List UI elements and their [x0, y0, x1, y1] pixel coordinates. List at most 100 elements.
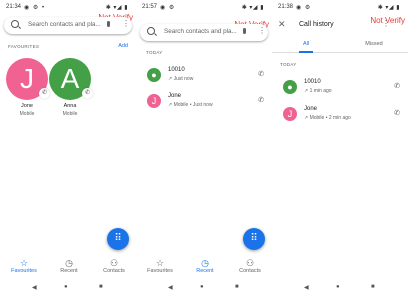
nav-favourites[interactable]: ☆ Favourites: [7, 258, 41, 274]
star-icon: ☆: [19, 258, 29, 268]
bottom-navigation: ☆ Favourites ◷ Recent ⚇ Contacts: [0, 258, 136, 278]
call-name: 10010: [168, 67, 185, 73]
favourite-name: Anna: [63, 103, 77, 109]
search-bar[interactable]: Search contacts and pla... ⋮: [140, 24, 268, 41]
nav-contacts[interactable]: ⚇ Contacts: [97, 258, 131, 274]
home-icon[interactable]: ●: [336, 284, 340, 290]
more-options-icon[interactable]: ⋮: [122, 20, 130, 28]
active-tab-indicator: [299, 51, 313, 53]
search-bar[interactable]: Search contacts and pla... ⋮: [4, 17, 132, 34]
person-icon: ●: [151, 70, 157, 80]
clock-icon: ◷: [201, 258, 209, 268]
add-favourite-link[interactable]: Add: [118, 43, 128, 49]
nav-label: Recent: [60, 268, 78, 274]
nav-label: Contacts: [239, 268, 261, 274]
home-icon[interactable]: ●: [64, 284, 68, 290]
call-row[interactable]: ● 10010 ↗ Just now ✆: [136, 66, 272, 88]
today-header: TODAY: [280, 62, 297, 67]
close-icon[interactable]: ✕: [278, 19, 286, 30]
back-icon[interactable]: ◀: [304, 284, 309, 291]
contacts-icon: ⚇: [109, 258, 119, 268]
bottom-navigation: ☆ Favourites ◷ Recent ⚇ Contacts: [136, 258, 272, 278]
contact-avatar: ●: [283, 80, 297, 94]
person-icon: ●: [287, 82, 293, 92]
today-header: TODAY: [146, 50, 163, 55]
search-placeholder: Search contacts and pla...: [28, 21, 101, 28]
recents-icon[interactable]: ■: [235, 284, 239, 290]
phone-icon[interactable]: ✆: [258, 96, 264, 104]
call-name: Jone: [168, 93, 182, 99]
contact-avatar: J: [147, 94, 161, 108]
call-icon[interactable]: ✆: [39, 88, 50, 99]
contact-avatar: J: [283, 107, 297, 121]
favourite-avatar-jone[interactable]: J ✆: [6, 58, 50, 100]
call-detail: ↗ Just now: [168, 76, 194, 82]
call-history-screen: 21:38 ◉ ⚙ ✱ ▾◢ ▮ Not Verify ✕ Call histo…: [272, 0, 408, 293]
app-bar: ✕ Call history ⋮: [272, 17, 408, 31]
avatar-initial: J: [20, 63, 34, 94]
call-icon[interactable]: ✆: [82, 88, 93, 99]
system-icons: ✱ ▾◢ ▮: [241, 5, 264, 11]
system-icons: ✱ ▾◢ ▮: [105, 5, 128, 11]
phone-icon[interactable]: ✆: [394, 109, 400, 117]
system-navigation: ◀ ● ■: [0, 283, 136, 293]
nav-contacts[interactable]: ⚇ Contacts: [233, 258, 267, 274]
recents-icon[interactable]: ■: [99, 284, 103, 290]
mic-icon[interactable]: [243, 28, 246, 34]
page-title: Call history: [299, 21, 334, 28]
nav-recent[interactable]: ◷ Recent: [52, 258, 86, 274]
tab-bar: All Missed: [272, 41, 408, 53]
contact-avatar: ●: [147, 68, 161, 82]
favourite-avatar-anna[interactable]: A ✆: [49, 58, 93, 100]
phone-icon[interactable]: ✆: [394, 82, 400, 90]
call-detail: ↗ Mobile • Just now: [168, 102, 213, 108]
favourites-header: FAVOURITES: [8, 44, 40, 49]
nav-label: Contacts: [103, 268, 125, 274]
system-icons: ✱ ▾◢ ▮: [377, 5, 400, 11]
more-options-icon[interactable]: ⋮: [258, 27, 266, 35]
nav-label: Favourites: [147, 268, 173, 274]
status-time: 21:38: [278, 4, 294, 10]
dialpad-button[interactable]: ⠿: [243, 228, 265, 250]
back-icon[interactable]: ◀: [168, 284, 173, 291]
call-row[interactable]: J Jone ↗ Mobile • Just now ✆: [136, 92, 272, 114]
recents-icon[interactable]: ■: [371, 284, 375, 290]
avatar-initial: A: [60, 63, 80, 94]
back-icon[interactable]: ◀: [32, 284, 37, 291]
recent-screen: 21:57 ◉ ⚙ ✱ ▾◢ ▮ Not Verify Search conta…: [136, 0, 272, 293]
favourites-screen: 21:34 ◉ ⚙ • ✱ ▾◢ ▮ Not Verify Search con…: [0, 0, 136, 293]
notification-icons: ◉ ⚙: [296, 5, 312, 11]
home-icon[interactable]: ●: [200, 284, 204, 290]
status-bar: 21:38 ◉ ⚙ ✱ ▾◢ ▮: [276, 3, 404, 13]
call-row[interactable]: ● 10010 ↗ 1 min ago ✆: [272, 78, 408, 100]
call-detail: ↗ 1 min ago: [304, 88, 332, 94]
search-icon: [11, 20, 19, 28]
favourite-type: Mobile: [62, 111, 78, 117]
dialpad-icon: ⠿: [114, 233, 122, 244]
notification-icons: ◉ ⚙: [160, 5, 176, 11]
tab-missed[interactable]: Missed: [340, 41, 408, 47]
tab-all[interactable]: All: [272, 41, 340, 47]
nav-label: Favourites: [11, 268, 37, 274]
contacts-icon: ⚇: [245, 258, 255, 268]
status-time: 21:34: [6, 4, 22, 10]
more-options-icon[interactable]: ⋮: [382, 19, 390, 28]
status-time: 21:57: [142, 4, 158, 10]
system-navigation: ◀ ● ■: [136, 283, 272, 293]
favourite-type: Mobile: [19, 111, 35, 117]
status-bar: 21:34 ◉ ⚙ • ✱ ▾◢ ▮: [4, 3, 132, 13]
call-row[interactable]: J Jone ↗ Mobile • 2 min ago ✆: [272, 105, 408, 127]
phone-icon[interactable]: ✆: [258, 70, 264, 78]
call-detail: ↗ Mobile • 2 min ago: [304, 115, 351, 121]
dialpad-button[interactable]: ⠿: [107, 228, 129, 250]
call-name: 10010: [304, 79, 321, 85]
search-placeholder: Search contacts and pla...: [164, 28, 237, 35]
nav-label: Recent: [196, 268, 214, 274]
nav-recent[interactable]: ◷ Recent: [188, 258, 222, 274]
search-icon: [147, 27, 155, 35]
system-navigation: ◀ ● ■: [272, 283, 408, 293]
notification-icons: ◉ ⚙ •: [24, 5, 46, 11]
nav-favourites[interactable]: ☆ Favourites: [143, 258, 177, 274]
status-bar: 21:57 ◉ ⚙ ✱ ▾◢ ▮: [140, 3, 268, 13]
mic-icon[interactable]: [107, 21, 110, 27]
